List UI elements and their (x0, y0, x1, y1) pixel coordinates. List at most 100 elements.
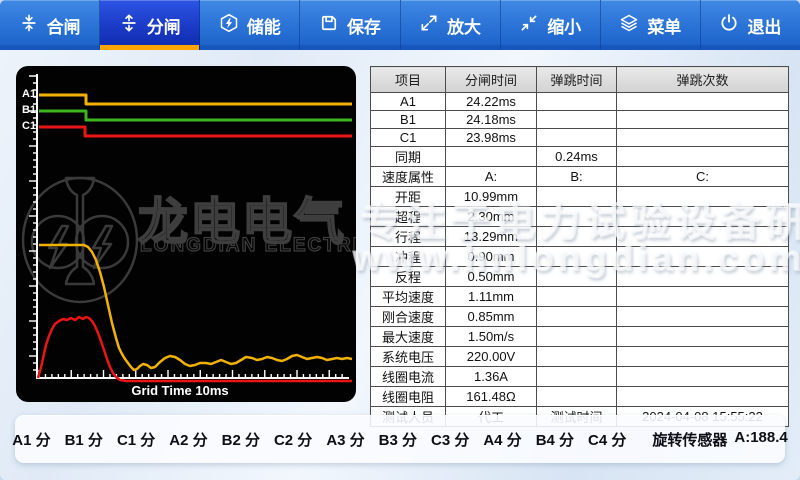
status-items: A1 分B1 分C1 分A2 分B2 分C2 分A3 分B3 分C3 分A4 分… (12, 429, 626, 450)
table-row[interactable]: 线圈电流1.36A (371, 367, 789, 387)
tab-save[interactable]: 保存 (300, 0, 400, 50)
table-column-header: 弹跳次数 (617, 67, 789, 93)
tab-zoom-in[interactable]: 放大 (401, 0, 501, 50)
table-cell: A: (446, 167, 537, 187)
table-row[interactable]: A124.22ms (371, 93, 789, 111)
table-cell (617, 93, 789, 111)
table-cell: 0.85mm (446, 307, 537, 327)
tab-energy-storage[interactable]: 储能 (200, 0, 300, 50)
table-row[interactable]: 最大速度1.50m/s (371, 327, 789, 347)
power-icon (719, 13, 739, 38)
table-cell: B: (537, 167, 617, 187)
table-cell: 161.48Ω (446, 387, 537, 407)
table-row[interactable]: 行程13.29mm (371, 227, 789, 247)
rotation-sensor-readout: 旋转传感器 A:188.4 (652, 429, 787, 450)
menu-icon (619, 13, 639, 38)
table-cell: 速度属性 (371, 167, 446, 187)
table-cell: 线圈电流 (371, 367, 446, 387)
save-icon (319, 13, 339, 38)
table-row[interactable]: B124.18ms (371, 111, 789, 129)
phase-state: A4 分 (483, 429, 521, 450)
phase-state: C2 分 (274, 429, 312, 450)
breaker-analyzer-screen: 合闸 分闸 储能 (0, 0, 800, 480)
table-cell (537, 367, 617, 387)
table-cell: 系统电压 (371, 347, 446, 367)
table-cell (537, 247, 617, 267)
table-cell (617, 367, 789, 387)
table-cell: 最大速度 (371, 327, 446, 347)
toolbar: 合闸 分闸 储能 (0, 0, 800, 50)
table-cell: 0.50mm (446, 267, 537, 287)
table-cell: 10.99mm (446, 187, 537, 207)
table-cell (537, 227, 617, 247)
table-column-header: 弹跳时间 (537, 67, 617, 93)
table-cell (537, 307, 617, 327)
table-row[interactable]: 平均速度1.11mm (371, 287, 789, 307)
table-row[interactable]: 冲程0.90mm (371, 247, 789, 267)
table-cell (617, 247, 789, 267)
table-row[interactable]: C123.98ms (371, 129, 789, 147)
table-cell (617, 307, 789, 327)
tab-label: 储能 (247, 13, 281, 38)
tab-close-breaker[interactable]: 合闸 (0, 0, 100, 50)
table-cell (617, 287, 789, 307)
table-cell (617, 227, 789, 247)
trace-label-c1: C1 (22, 120, 36, 132)
table-cell: 0.90mm (446, 247, 537, 267)
table-row[interactable]: 超程2.30mm (371, 207, 789, 227)
table-row[interactable]: 开距10.99mm (371, 187, 789, 207)
table-row[interactable]: 刚合速度0.85mm (371, 307, 789, 327)
table-cell: C: (617, 167, 789, 187)
table-cell: 13.29mm (446, 227, 537, 247)
phase-state: B3 分 (379, 429, 417, 450)
table-cell: C1 (371, 129, 446, 147)
table-cell: 2.30mm (446, 207, 537, 227)
results-table-body: A124.22msB124.18msC123.98ms同期0.24ms速度属性A… (371, 93, 789, 427)
rotation-sensor-value: A:188.4 (734, 429, 787, 450)
table-cell (617, 111, 789, 129)
travel-curve (39, 245, 352, 370)
tab-exit[interactable]: 退出 (701, 0, 800, 50)
table-cell (537, 187, 617, 207)
tab-menu[interactable]: 菜单 (601, 0, 701, 50)
tab-label: 退出 (747, 13, 781, 38)
phase-state: B2 分 (222, 429, 260, 450)
tab-label: 合闸 (47, 13, 81, 38)
table-row[interactable]: 系统电压220.00V (371, 347, 789, 367)
table-cell: 线圈电阻 (371, 387, 446, 407)
table-cell (537, 387, 617, 407)
phase-status-bar: A1 分B1 分C1 分A2 分B2 分C2 分A3 分B3 分C3 分A4 分… (15, 415, 785, 463)
table-header-row: 项目分闸时间弹跳时间弹跳次数 (371, 67, 789, 93)
tab-label: 保存 (347, 13, 381, 38)
tab-label: 放大 (447, 13, 481, 38)
results-table: 项目分闸时间弹跳时间弹跳次数 A124.22msB124.18msC123.98… (370, 66, 788, 400)
zoom-out-icon (519, 13, 539, 38)
tab-zoom-out[interactable]: 缩小 (501, 0, 601, 50)
table-cell (617, 267, 789, 287)
table-row[interactable]: 线圈电阻161.48Ω (371, 387, 789, 407)
table-row[interactable]: 速度属性A:B:C: (371, 167, 789, 187)
table-row[interactable]: 反程0.50mm (371, 267, 789, 287)
waveform-panel[interactable]: 龙电电气 LONGDIAN ELECTRIC A1 B1 C1 Grid Tim… (16, 66, 356, 402)
table-cell: 24.18ms (446, 111, 537, 129)
table-cell (537, 267, 617, 287)
table-cell: 反程 (371, 267, 446, 287)
table-row[interactable]: 同期0.24ms (371, 147, 789, 167)
A1-contact (39, 95, 352, 104)
close-breaker-icon (19, 13, 39, 38)
phase-state: A2 分 (169, 429, 207, 450)
table-cell (537, 287, 617, 307)
energy-storage-icon (219, 13, 239, 38)
rotation-sensor-label: 旋转传感器 (652, 429, 727, 450)
table-cell (446, 147, 537, 167)
phase-state: A1 分 (12, 429, 50, 450)
phase-state: C1 分 (117, 429, 155, 450)
table-cell: B1 (371, 111, 446, 129)
phase-state: C3 分 (431, 429, 469, 450)
table-cell (617, 347, 789, 367)
tab-open-breaker[interactable]: 分闸 (100, 0, 200, 50)
table-cell: 冲程 (371, 247, 446, 267)
table-cell: 同期 (371, 147, 446, 167)
table-cell (617, 187, 789, 207)
table-cell (617, 129, 789, 147)
